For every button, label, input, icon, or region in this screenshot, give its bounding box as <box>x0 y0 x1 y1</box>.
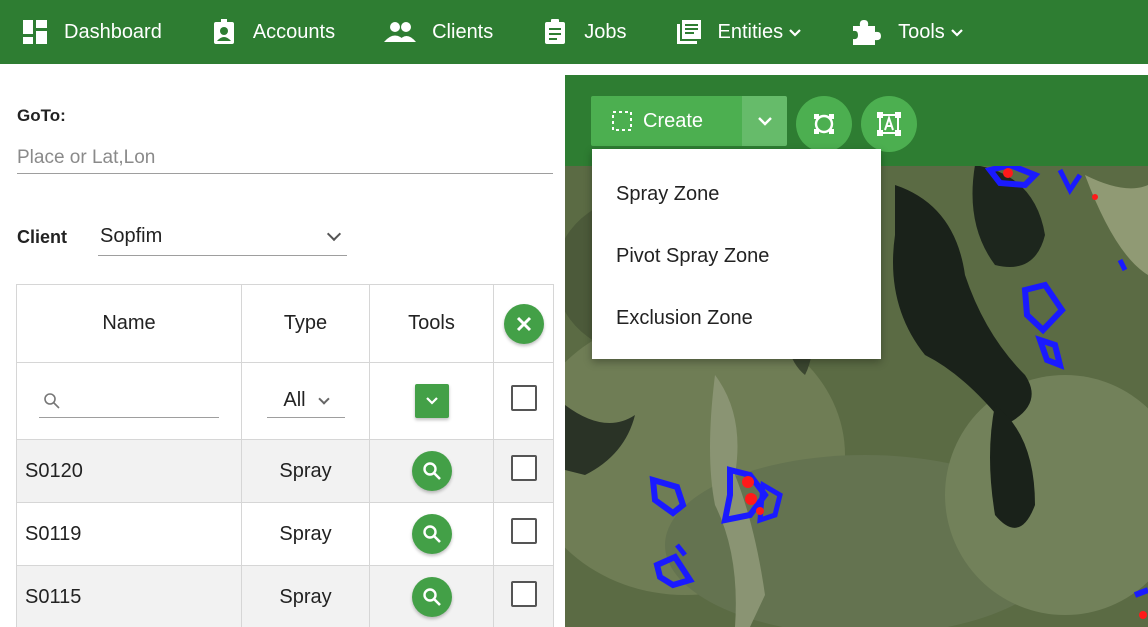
contact-card-icon <box>211 19 237 45</box>
name-search-input[interactable] <box>39 384 219 418</box>
tools-dropdown-button[interactable] <box>414 384 449 418</box>
search-icon <box>422 588 441 606</box>
nav-label: Jobs <box>584 20 627 43</box>
goto-input[interactable] <box>17 142 553 174</box>
search-icon <box>422 525 441 543</box>
draw-circle-button[interactable] <box>796 96 852 152</box>
row-name: S0119 <box>16 502 242 566</box>
menu-item-pivot-spray-zone[interactable]: Pivot Spray Zone <box>592 225 881 287</box>
nav-jobs[interactable]: Jobs <box>542 0 627 64</box>
row-name: S0115 <box>16 565 242 627</box>
text-box-icon <box>877 112 901 136</box>
select-all-checkbox[interactable] <box>510 385 537 411</box>
type-filter-select[interactable]: All <box>266 384 345 418</box>
row-type: Spray <box>241 439 370 503</box>
clipboard-icon <box>542 19 568 45</box>
row-tools-cell <box>369 502 494 566</box>
row-checkbox[interactable] <box>510 455 537 481</box>
nav-accounts[interactable]: Accounts <box>211 0 335 64</box>
zoom-to-button[interactable] <box>411 514 452 554</box>
create-button[interactable]: Create <box>591 96 742 146</box>
circle-select-icon <box>814 114 834 134</box>
row-name: S0120 <box>16 439 242 503</box>
chevron-down-icon <box>951 24 963 40</box>
chevron-down-icon <box>757 116 772 126</box>
chevron-down-icon <box>789 24 801 40</box>
chevron-down-icon <box>326 226 342 241</box>
select-area-icon <box>612 111 632 131</box>
row-select-cell <box>493 439 554 503</box>
chevron-down-icon <box>425 397 438 405</box>
nav-label: Accounts <box>252 20 336 43</box>
create-dropdown-toggle[interactable] <box>742 96 787 146</box>
tools-filter-cell <box>369 362 494 440</box>
client-select[interactable]: Sopfim <box>98 218 347 256</box>
nav-label: Entities <box>717 20 784 43</box>
row-select-cell <box>493 565 554 627</box>
column-header-name[interactable]: Name <box>16 284 242 363</box>
create-dropdown-menu: Spray Zone Pivot Spray Zone Exclusion Zo… <box>592 149 881 359</box>
zoom-to-button[interactable] <box>411 577 452 617</box>
row-checkbox[interactable] <box>510 518 537 544</box>
name-filter-cell <box>16 362 242 440</box>
clear-filters-cell <box>493 284 554 363</box>
row-tools-cell <box>369 439 494 503</box>
menu-item-exclusion-zone[interactable]: Exclusion Zone <box>592 287 881 349</box>
nav-clients[interactable]: Clients <box>384 0 493 64</box>
zoom-to-button[interactable] <box>411 451 452 491</box>
column-header-tools: Tools <box>369 284 494 363</box>
dashboard-icon <box>22 19 48 45</box>
row-select-cell <box>493 502 554 566</box>
table-row[interactable]: S0115 Spray <box>16 565 554 627</box>
top-navbar: Dashboard Accounts Clients Jobs Entities… <box>0 0 1148 64</box>
row-checkbox[interactable] <box>510 581 537 607</box>
row-tools-cell <box>369 565 494 627</box>
row-type: Spray <box>241 502 370 566</box>
nav-label: Clients <box>432 20 494 43</box>
create-button-label: Create <box>643 109 704 132</box>
people-icon <box>384 19 417 45</box>
client-selected-value: Sopfim <box>100 225 163 247</box>
type-filter-cell: All <box>241 362 370 440</box>
nav-entities[interactable]: Entities <box>676 0 802 64</box>
library-icon <box>676 19 702 45</box>
close-icon <box>516 316 531 331</box>
goto-label: GoTo: <box>17 106 66 125</box>
search-icon <box>422 462 441 480</box>
chevron-down-icon <box>317 392 330 405</box>
clear-filters-button[interactable] <box>503 303 544 344</box>
row-type: Spray <box>241 565 370 627</box>
nav-label: Dashboard <box>64 20 162 43</box>
nav-dashboard[interactable]: Dashboard <box>22 0 162 64</box>
select-all-cell <box>493 362 554 440</box>
type-filter-value: All <box>283 389 306 411</box>
table-row[interactable]: S0120 Spray <box>16 439 554 503</box>
nav-tools[interactable]: Tools <box>850 0 963 64</box>
column-header-type[interactable]: Type <box>241 284 370 363</box>
text-annotation-button[interactable] <box>861 96 917 152</box>
menu-item-spray-zone[interactable]: Spray Zone <box>592 163 881 225</box>
search-icon <box>44 392 60 409</box>
client-label: Client <box>17 227 68 247</box>
puzzle-icon <box>850 19 882 45</box>
entities-table: Name Type Tools All S0120 Spray S0119 Sp… <box>16 284 554 627</box>
nav-label: Tools <box>898 20 945 43</box>
table-row[interactable]: S0119 Spray <box>16 502 554 566</box>
